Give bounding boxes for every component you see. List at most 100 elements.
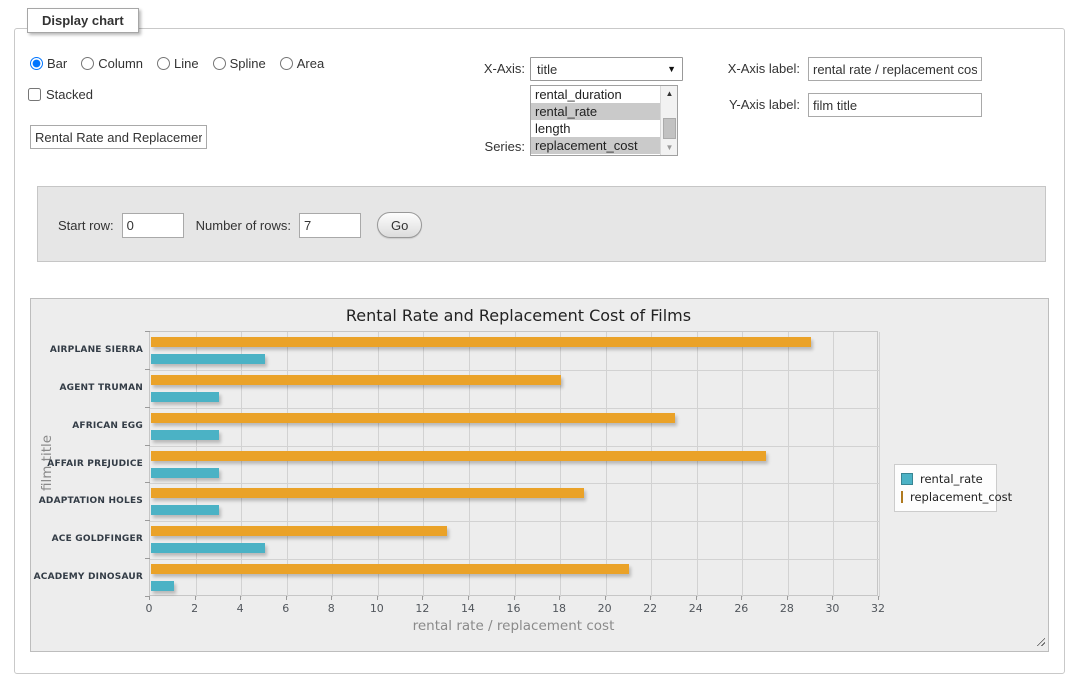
series-option-rental_duration[interactable]: rental_duration	[531, 86, 661, 103]
gridline-x	[241, 332, 242, 597]
gridline-x	[788, 332, 789, 597]
x-tick-mark	[377, 596, 378, 600]
series-list-label: Series:	[445, 139, 525, 154]
gridline-y	[150, 521, 879, 522]
num-rows-input[interactable]	[299, 213, 361, 238]
bar-rental_rate	[151, 581, 174, 591]
x-tick-mark	[559, 596, 560, 600]
chart-type-option-line: Line	[157, 56, 199, 71]
bar-rental_rate	[151, 430, 219, 440]
x-tick-label: 32	[863, 602, 893, 615]
row-controls-panel: Start row: Number of rows: Go	[37, 186, 1046, 262]
legend-swatch-replacement_cost	[901, 491, 903, 503]
x-tick-label: 20	[590, 602, 620, 615]
gridline-x	[697, 332, 698, 597]
x-tick-mark	[422, 596, 423, 600]
x-tick-label: 30	[817, 602, 847, 615]
x-tick-label: 14	[453, 602, 483, 615]
chart-type-label-area[interactable]: Area	[297, 56, 324, 71]
chart-type-radio-area[interactable]	[280, 57, 293, 70]
x-tick-mark	[514, 596, 515, 600]
y-tick-mark	[145, 369, 150, 370]
series-option-rental_rate[interactable]: rental_rate	[531, 103, 661, 120]
series-option-length[interactable]: length	[531, 120, 661, 137]
bar-replacement_cost	[151, 564, 629, 574]
category-label: ACADEMY DINOSAUR	[31, 571, 143, 583]
chart-type-label-line[interactable]: Line	[174, 56, 199, 71]
scrollbar-thumb[interactable]	[663, 118, 676, 139]
x-tick-mark	[787, 596, 788, 600]
y-tick-mark	[145, 482, 150, 483]
x-axis-select[interactable]: title ▼	[530, 57, 683, 81]
chart-type-option-spline: Spline	[213, 56, 266, 71]
chart-type-option-area: Area	[280, 56, 324, 71]
listbox-scrollbar[interactable]: ▲ ▼	[660, 86, 677, 155]
scroll-up-icon[interactable]: ▲	[661, 86, 678, 101]
chart-title-input[interactable]	[30, 125, 207, 149]
gridline-x	[651, 332, 652, 597]
category-label: AGENT TRUMAN	[31, 382, 143, 394]
scroll-down-icon[interactable]: ▼	[661, 140, 678, 155]
chart-type-radio-column[interactable]	[81, 57, 94, 70]
x-tick-label: 26	[726, 602, 756, 615]
chart-type-option-bar: Bar	[30, 56, 67, 71]
x-tick-label: 16	[499, 602, 529, 615]
resize-handle-icon[interactable]	[1034, 635, 1045, 646]
x-tick-label: 2	[180, 602, 210, 615]
series-listbox[interactable]: rental_durationrental_ratelengthreplacem…	[530, 85, 678, 156]
gridline-x	[560, 332, 561, 597]
series-option-replacement_cost[interactable]: replacement_cost	[531, 137, 661, 154]
x-axis-select-label: X-Axis:	[445, 61, 525, 76]
x-tick-mark	[331, 596, 332, 600]
num-rows-label: Number of rows:	[196, 218, 291, 233]
chart-type-label-spline[interactable]: Spline	[230, 56, 266, 71]
y-axis-label-input[interactable]	[808, 93, 982, 117]
x-tick-label: 18	[544, 602, 574, 615]
stacked-checkbox[interactable]	[28, 88, 41, 101]
fieldset-legend: Display chart	[27, 8, 139, 33]
chart-type-radio-spline[interactable]	[213, 57, 226, 70]
legend-label: rental_rate	[920, 472, 983, 486]
start-row-label: Start row:	[58, 218, 114, 233]
bar-rental_rate	[151, 543, 265, 553]
chevron-down-icon: ▼	[667, 64, 676, 74]
x-tick-mark	[741, 596, 742, 600]
chart-type-radio-line[interactable]	[157, 57, 170, 70]
x-axis-label-input[interactable]	[808, 57, 982, 81]
x-tick-mark	[832, 596, 833, 600]
legend-label: replacement_cost	[910, 490, 1012, 504]
category-label: AIRPLANE SIERRA	[31, 344, 143, 356]
x-axis-select-value: title	[537, 62, 557, 77]
bar-replacement_cost	[151, 526, 447, 536]
x-tick-label: 4	[225, 602, 255, 615]
gridline-y	[150, 408, 879, 409]
gridline-x	[423, 332, 424, 597]
x-tick-label: 24	[681, 602, 711, 615]
gridline-x	[833, 332, 834, 597]
plot-area	[149, 331, 878, 596]
chart-type-label-bar[interactable]: Bar	[47, 56, 67, 71]
chart-type-radio-group: Bar Column Line Spline Area	[30, 56, 324, 71]
bar-rental_rate	[151, 392, 219, 402]
gridline-x	[196, 332, 197, 597]
category-label: ADAPTATION HOLES	[31, 495, 143, 507]
bar-replacement_cost	[151, 451, 766, 461]
x-tick-label: 0	[134, 602, 164, 615]
bar-rental_rate	[151, 468, 219, 478]
go-button[interactable]: Go	[377, 212, 422, 238]
chart-title: Rental Rate and Replacement Cost of Film…	[31, 306, 1006, 325]
gridline-x	[742, 332, 743, 597]
x-tick-mark	[650, 596, 651, 600]
x-tick-mark	[605, 596, 606, 600]
stacked-label[interactable]: Stacked	[46, 87, 93, 102]
gridline-x	[469, 332, 470, 597]
x-axis-label-caption: X-Axis label:	[700, 61, 800, 76]
y-tick-mark	[145, 558, 150, 559]
chart-type-radio-bar[interactable]	[30, 57, 43, 70]
chart-type-label-column[interactable]: Column	[98, 56, 143, 71]
x-tick-mark	[195, 596, 196, 600]
chart-type-option-column: Column	[81, 56, 143, 71]
y-tick-mark	[145, 520, 150, 521]
bar-rental_rate	[151, 354, 265, 364]
start-row-input[interactable]	[122, 213, 184, 238]
